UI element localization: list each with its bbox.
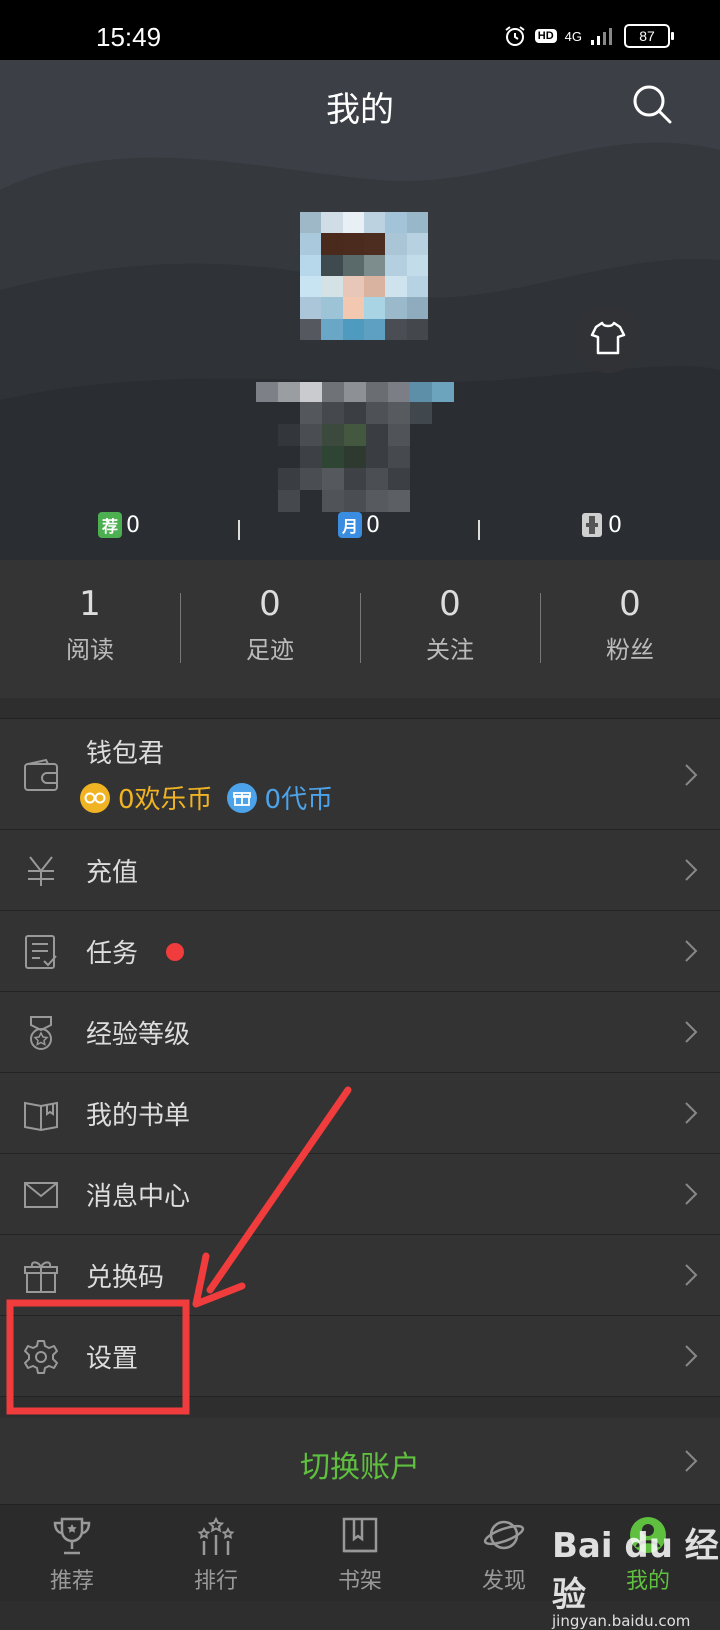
menu-item-booklist[interactable]: 我的书单: [0, 1073, 720, 1154]
stat-reading-label: 阅读: [66, 636, 114, 664]
stat-reading-value: 1: [79, 584, 101, 624]
tab-recommend[interactable]: 推荐: [0, 1505, 144, 1601]
stat-footprints[interactable]: 0 足迹: [180, 560, 360, 698]
stat-following-label: 关注: [426, 636, 474, 664]
tab-ranking[interactable]: 排行: [144, 1505, 288, 1601]
menu-item-wallet[interactable]: 钱包君 0欢乐币 0代币: [0, 719, 720, 830]
bookshelf-icon: [342, 1517, 378, 1553]
menu-list: 钱包君 0欢乐币 0代币 充值 任务 经验等级 我的书单 消息中心 兑换码 设置: [0, 718, 720, 1397]
menu-item-messages[interactable]: 消息中心: [0, 1154, 720, 1235]
stat-fans-label: 粉丝: [606, 636, 654, 664]
menu-item-redeem-code[interactable]: 兑换码: [0, 1235, 720, 1316]
status-time: 15:49: [96, 22, 162, 52]
blade-ticket-count: 0: [608, 512, 622, 538]
wallet-balances: 0欢乐币 0代币: [80, 779, 333, 816]
menu-item-label: 设置: [86, 1344, 139, 1374]
wallet-icon: [24, 758, 58, 791]
stat-footprints-label: 足迹: [246, 636, 294, 664]
menu-item-label: 充值: [86, 858, 139, 888]
menu-item-settings[interactable]: 设置: [0, 1316, 720, 1397]
switch-account-button[interactable]: 切换账户: [0, 1418, 720, 1504]
mail-icon: [24, 1182, 58, 1208]
recommend-ticket[interactable]: 荐 0: [98, 512, 140, 538]
stat-footprints-value: 0: [259, 584, 281, 624]
blade-ticket[interactable]: 0: [580, 512, 622, 538]
stat-following[interactable]: 0 关注: [360, 560, 540, 698]
gear-icon: [24, 1340, 58, 1374]
yen-icon: [28, 856, 54, 886]
menu-item-label: 经验等级: [86, 1020, 191, 1050]
menu-item-label: 兑换码: [86, 1263, 165, 1293]
chevron-right-icon: [685, 764, 698, 786]
chevron-right-icon: [685, 1264, 698, 1286]
status-bar: 15:49 HD 4G 87: [0, 0, 720, 60]
monthly-ticket-badge: 月: [338, 512, 362, 538]
menu-item-label: 消息中心: [86, 1182, 191, 1212]
planet-icon: [483, 1520, 525, 1550]
chevron-right-icon: [685, 1021, 698, 1043]
page-title: 我的: [326, 90, 394, 130]
tab-bookshelf[interactable]: 书架: [288, 1505, 432, 1601]
battery-indicator: 87: [624, 24, 674, 48]
stats-row: 1 阅读 0 足迹 0 关注 0 粉丝: [0, 560, 720, 698]
signal-icon: [591, 28, 612, 45]
menu-item-level[interactable]: 经验等级: [0, 992, 720, 1073]
medal-icon: [30, 1016, 52, 1050]
profile-header: 我的 荐 0 月 0 0: [0, 60, 720, 560]
search-icon[interactable]: [630, 82, 674, 126]
hd-badge: HD: [534, 29, 557, 43]
alarm-icon: [505, 26, 525, 46]
chevron-right-icon: [685, 859, 698, 881]
avatar[interactable]: [300, 212, 428, 340]
username-obscured: [256, 382, 454, 512]
network-type: 4G: [564, 28, 582, 44]
tab-label: 书架: [337, 1569, 382, 1594]
monthly-ticket[interactable]: 月 0: [338, 512, 380, 538]
menu-item-label: 我的书单: [86, 1101, 191, 1131]
gift-icon: [24, 1261, 58, 1293]
baidu-watermark: Bai du 经验 jingyan.baidu.com: [552, 1518, 720, 1630]
tab-label: 排行: [193, 1569, 238, 1594]
ticket-divider: [238, 520, 240, 540]
ticket-row: 荐 0 月 0 0: [0, 512, 720, 552]
chevron-right-icon: [685, 1102, 698, 1124]
chevron-right-icon: [685, 940, 698, 962]
blade-ticket-icon: [582, 513, 602, 537]
status-icons: HD 4G 87: [503, 24, 674, 48]
chevron-right-icon: [685, 1345, 698, 1367]
monthly-ticket-count: 0: [366, 512, 380, 538]
stat-following-value: 0: [439, 584, 461, 624]
rank-icon: [197, 1516, 235, 1555]
recommend-ticket-count: 0: [126, 512, 140, 538]
menu-item-label: 任务: [86, 939, 139, 969]
recommend-ticket-badge: 荐: [98, 512, 122, 538]
chevron-right-icon: [685, 1450, 698, 1472]
stat-fans-value: 0: [619, 584, 641, 624]
tshirt-skin-button[interactable]: [574, 305, 642, 373]
book-list-icon: [24, 1101, 58, 1132]
trophy-icon: [53, 1517, 91, 1555]
stat-reading[interactable]: 1 阅读: [0, 560, 180, 698]
wallet-label: 钱包君: [86, 739, 165, 769]
switch-account-label: 切换账户: [300, 1450, 420, 1485]
voucher-balance: 0代币: [264, 785, 334, 815]
notification-dot: [166, 943, 184, 961]
menu-item-tasks[interactable]: 任务: [0, 911, 720, 992]
task-icon: [25, 935, 57, 969]
menu-item-recharge[interactable]: 充值: [0, 830, 720, 911]
chevron-right-icon: [685, 1183, 698, 1205]
voucher-icon: [226, 782, 257, 813]
ticket-divider: [478, 520, 480, 540]
happy-coin-icon: [80, 782, 110, 813]
stat-fans[interactable]: 0 粉丝: [540, 560, 720, 698]
happy-coin-balance: 0欢乐币: [118, 785, 213, 815]
watermark-site: jingyan.baidu.com: [552, 1612, 691, 1630]
tab-label: 推荐: [49, 1569, 94, 1594]
watermark-brand: Bai du 经验: [552, 1526, 719, 1615]
